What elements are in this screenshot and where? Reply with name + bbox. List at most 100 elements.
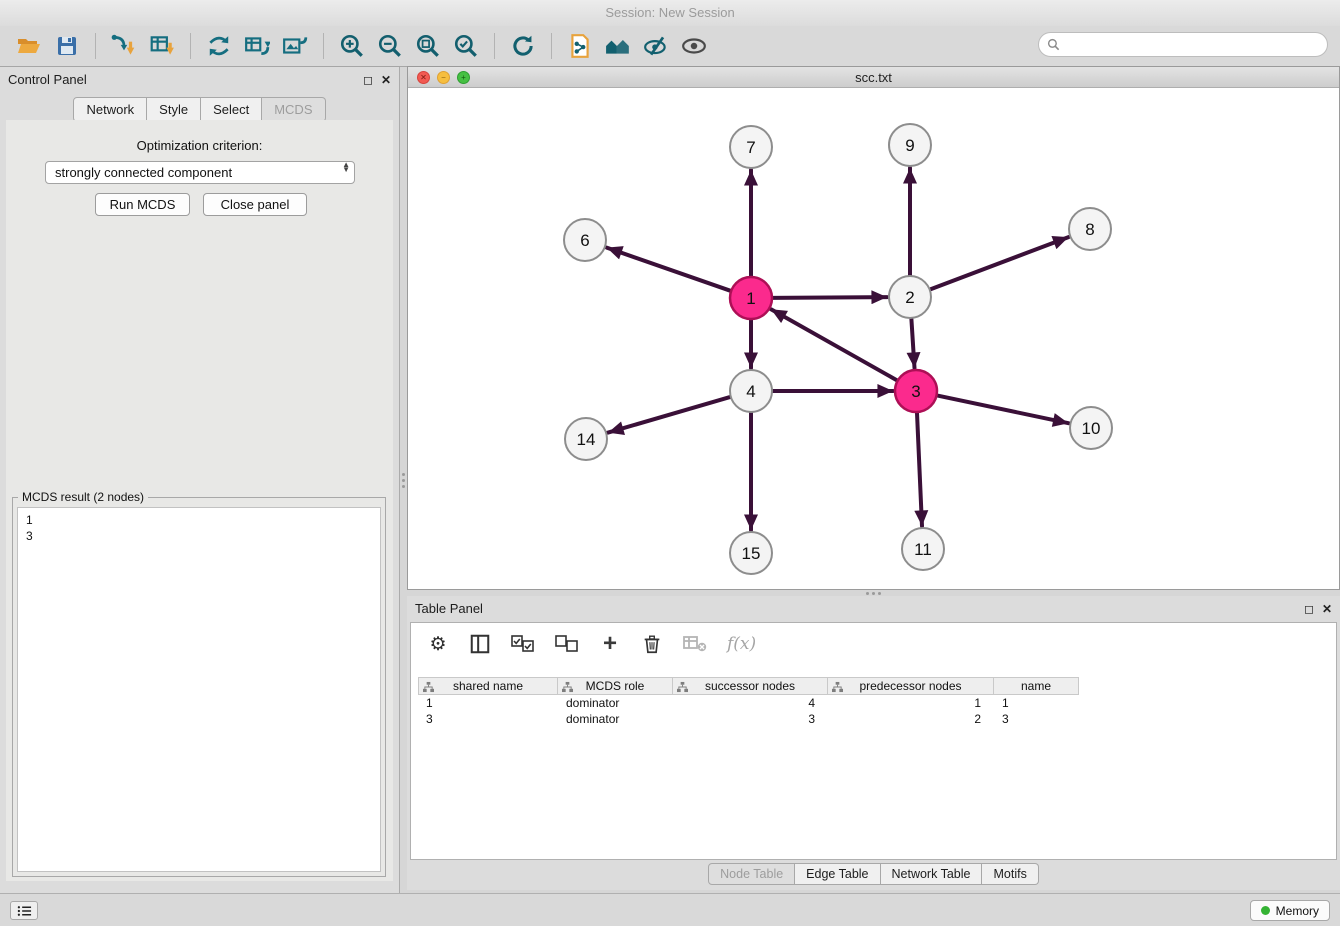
- function-builder-button[interactable]: f(x): [727, 632, 756, 656]
- cell-successor-nodes[interactable]: 4: [673, 695, 828, 711]
- network-from-table-button[interactable]: [238, 29, 276, 63]
- svg-text:14: 14: [577, 430, 596, 449]
- import-network-button[interactable]: [105, 29, 143, 63]
- toggle-graphics-details-button[interactable]: [637, 29, 675, 63]
- graph-edge-1-6[interactable]: [607, 248, 731, 291]
- tab-network-table[interactable]: Network Table: [881, 863, 983, 885]
- column-header-successor-nodes[interactable]: successor nodes: [673, 677, 828, 695]
- home-view-button[interactable]: [599, 29, 637, 63]
- close-window-button[interactable]: ✕: [417, 71, 430, 84]
- show-columns-button[interactable]: [469, 632, 491, 656]
- float-panel-icon[interactable]: ◻: [1304, 603, 1314, 615]
- column-header-shared-name[interactable]: shared name: [418, 677, 558, 695]
- table-body: 1 dominator 4 1 1 3 dominator 3 2 3: [418, 695, 1079, 727]
- toolbar-separator: [494, 33, 495, 59]
- maximize-window-button[interactable]: +: [457, 71, 470, 84]
- graph-node-7[interactable]: 7: [730, 126, 772, 168]
- search-field[interactable]: [1038, 32, 1328, 57]
- table-row[interactable]: 3 dominator 3 2 3: [418, 711, 1079, 727]
- graph-node-10[interactable]: 10: [1070, 407, 1112, 449]
- network-window-title: scc.txt: [408, 67, 1339, 88]
- zoom-fit-button[interactable]: [409, 29, 447, 63]
- cell-predecessor-nodes[interactable]: 2: [828, 711, 994, 727]
- unselect-all-button[interactable]: [555, 632, 579, 656]
- toolbar-separator: [190, 33, 191, 59]
- graph-node-8[interactable]: 8: [1069, 208, 1111, 250]
- column-header-mcds-role[interactable]: MCDS role: [558, 677, 673, 695]
- cell-successor-nodes[interactable]: 3: [673, 711, 828, 727]
- save-session-button[interactable]: [48, 29, 86, 63]
- network-canvas[interactable]: 7 9 6 8 1 2 4 3 14 10 15 11: [408, 88, 1339, 589]
- graph-node-1[interactable]: 1: [730, 277, 772, 319]
- cell-name[interactable]: 3: [994, 711, 1079, 727]
- graph-node-3[interactable]: 3: [895, 370, 937, 412]
- graph-node-2[interactable]: 2: [889, 276, 931, 318]
- close-panel-button[interactable]: Close panel: [203, 193, 307, 216]
- open-session-button[interactable]: [10, 29, 48, 63]
- graph-node-6[interactable]: 6: [564, 219, 606, 261]
- graph-edge-3-10[interactable]: [938, 396, 1069, 424]
- tab-node-table[interactable]: Node Table: [708, 863, 795, 885]
- tab-style[interactable]: Style: [147, 97, 201, 122]
- optimization-criterion-select[interactable]: strongly connected component ▲▼: [45, 161, 355, 184]
- tab-motifs[interactable]: Motifs: [982, 863, 1038, 885]
- cell-shared-name[interactable]: 3: [418, 711, 558, 727]
- table-row[interactable]: 1 dominator 4 1 1: [418, 695, 1079, 711]
- window-title: Session: New Session: [605, 5, 734, 20]
- graph-edge-3-11[interactable]: [917, 413, 922, 526]
- cell-mcds-role[interactable]: dominator: [558, 695, 673, 711]
- create-column-button[interactable]: +: [599, 632, 621, 656]
- cell-mcds-role[interactable]: dominator: [558, 711, 673, 727]
- graph-node-15[interactable]: 15: [730, 532, 772, 574]
- task-history-button[interactable]: [10, 901, 38, 920]
- show-hide-button[interactable]: [675, 29, 713, 63]
- clipboard-network-button[interactable]: [561, 29, 599, 63]
- window-titlebar[interactable]: Session: New Session: [0, 0, 1340, 26]
- column-header-predecessor-nodes[interactable]: predecessor nodes: [828, 677, 994, 695]
- tab-mcds[interactable]: MCDS: [262, 97, 325, 122]
- cell-name[interactable]: 1: [994, 695, 1079, 711]
- gear-icon: ⚙: [429, 633, 446, 656]
- import-table-button[interactable]: [143, 29, 181, 63]
- delete-columns-button[interactable]: [641, 632, 663, 656]
- zoom-in-button[interactable]: [333, 29, 371, 63]
- graph-edge-4-14[interactable]: [608, 397, 730, 433]
- table-panel-tabs: Node Table Edge Table Network Table Moti…: [407, 863, 1340, 885]
- tab-network[interactable]: Network: [73, 97, 147, 122]
- mcds-result-groupbox: MCDS result (2 nodes) 1 3: [12, 497, 386, 877]
- float-panel-icon[interactable]: ◻: [363, 74, 373, 86]
- svg-text:8: 8: [1085, 220, 1094, 239]
- select-all-button[interactable]: [511, 632, 535, 656]
- vertical-splitter[interactable]: [400, 67, 407, 893]
- export-image-button[interactable]: [276, 29, 314, 63]
- cell-shared-name[interactable]: 1: [418, 695, 558, 711]
- table-settings-button[interactable]: ⚙: [427, 632, 449, 656]
- refresh-view-button[interactable]: [504, 29, 542, 63]
- memory-button[interactable]: Memory: [1250, 900, 1330, 921]
- graph-node-9[interactable]: 9: [889, 124, 931, 166]
- zoom-in-icon: [339, 33, 365, 59]
- mcds-result-title: MCDS result (2 nodes): [18, 490, 148, 504]
- zoom-out-button[interactable]: [371, 29, 409, 63]
- graph-node-11[interactable]: 11: [902, 528, 944, 570]
- close-panel-icon[interactable]: ✕: [381, 74, 391, 86]
- graph-edge-2-3[interactable]: [911, 319, 914, 368]
- tab-select[interactable]: Select: [201, 97, 262, 122]
- mcds-result-list[interactable]: 1 3: [17, 507, 381, 872]
- minimize-window-button[interactable]: −: [437, 71, 450, 84]
- run-mcds-button[interactable]: Run MCDS: [95, 193, 190, 216]
- zoom-selected-button[interactable]: [447, 29, 485, 63]
- graph-edge-1-2[interactable]: [773, 297, 887, 298]
- close-panel-icon[interactable]: ✕: [1322, 603, 1332, 615]
- graph-edge-2-8[interactable]: [931, 237, 1069, 289]
- network-window-titlebar[interactable]: scc.txt ✕ − +: [408, 67, 1339, 88]
- tab-edge-table[interactable]: Edge Table: [795, 863, 880, 885]
- search-input[interactable]: [1066, 37, 1319, 52]
- delete-table-button[interactable]: [683, 632, 707, 656]
- graph-node-4[interactable]: 4: [730, 370, 772, 412]
- new-network-button[interactable]: [200, 29, 238, 63]
- graph-edge-3-1[interactable]: [771, 309, 897, 380]
- column-header-name[interactable]: name: [994, 677, 1079, 695]
- cell-predecessor-nodes[interactable]: 1: [828, 695, 994, 711]
- graph-node-14[interactable]: 14: [565, 418, 607, 460]
